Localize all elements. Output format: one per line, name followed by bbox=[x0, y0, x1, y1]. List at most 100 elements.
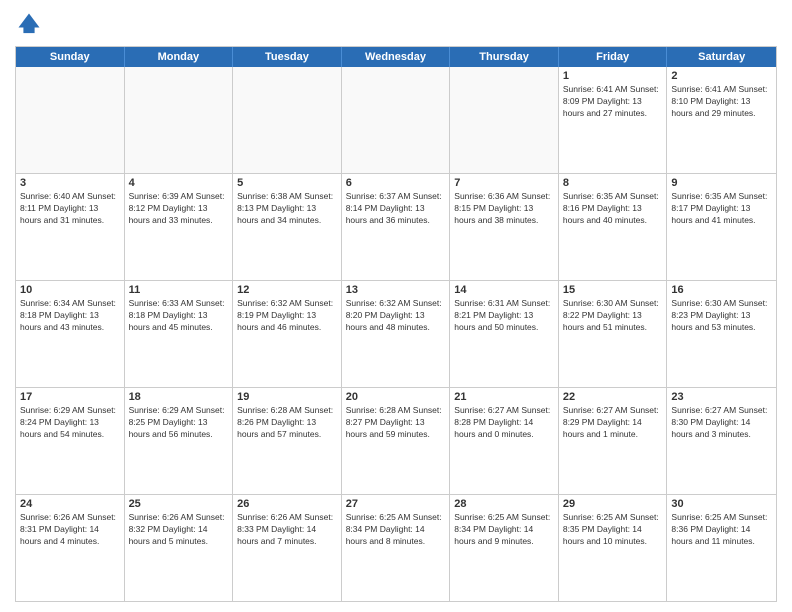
day-info: Sunrise: 6:30 AM Sunset: 8:23 PM Dayligh… bbox=[671, 298, 772, 334]
calendar-row: 10 Sunrise: 6:34 AM Sunset: 8:18 PM Dayli… bbox=[16, 280, 776, 387]
day-number: 25 bbox=[129, 498, 229, 510]
calendar-row: 3 Sunrise: 6:40 AM Sunset: 8:11 PM Daylig… bbox=[16, 173, 776, 280]
day-number: 5 bbox=[237, 177, 337, 189]
day-info: Sunrise: 6:26 AM Sunset: 8:32 PM Dayligh… bbox=[129, 512, 229, 548]
day-info: Sunrise: 6:30 AM Sunset: 8:22 PM Dayligh… bbox=[563, 298, 663, 334]
day-info: Sunrise: 6:27 AM Sunset: 8:29 PM Dayligh… bbox=[563, 405, 663, 441]
day-info: Sunrise: 6:36 AM Sunset: 8:15 PM Dayligh… bbox=[454, 191, 554, 227]
day-number: 6 bbox=[346, 177, 446, 189]
day-number: 26 bbox=[237, 498, 337, 510]
calendar-row: 1Sunrise: 6:41 AM Sunset: 8:09 PM Daylig… bbox=[16, 67, 776, 173]
day-info: Sunrise: 6:27 AM Sunset: 8:28 PM Dayligh… bbox=[454, 405, 554, 441]
day-number: 11 bbox=[129, 284, 229, 296]
calendar-cell: 2 Sunrise: 6:41 AM Sunset: 8:10 PM Daylig… bbox=[667, 67, 776, 173]
calendar-cell: 23 Sunrise: 6:27 AM Sunset: 8:30 PM Dayli… bbox=[667, 388, 776, 494]
logo bbox=[15, 10, 47, 38]
calendar-cell: 16Sunrise: 6:30 AM Sunset: 8:23 PM Dayli… bbox=[667, 281, 776, 387]
day-number: 24 bbox=[20, 498, 120, 510]
calendar-header-cell: Friday bbox=[559, 47, 668, 67]
day-info: Sunrise: 6:35 AM Sunset: 8:16 PM Dayligh… bbox=[563, 191, 663, 227]
day-info: Sunrise: 6:26 AM Sunset: 8:33 PM Dayligh… bbox=[237, 512, 337, 548]
calendar-header-cell: Saturday bbox=[667, 47, 776, 67]
day-info: Sunrise: 6:29 AM Sunset: 8:24 PM Dayligh… bbox=[20, 405, 120, 441]
calendar-header-cell: Wednesday bbox=[342, 47, 451, 67]
calendar-cell: 27 Sunrise: 6:25 AM Sunset: 8:34 PM Dayli… bbox=[342, 495, 451, 601]
day-number: 14 bbox=[454, 284, 554, 296]
day-info: Sunrise: 6:27 AM Sunset: 8:30 PM Dayligh… bbox=[671, 405, 772, 441]
day-number: 23 bbox=[671, 391, 772, 403]
day-number: 15 bbox=[563, 284, 663, 296]
calendar-cell: 24 Sunrise: 6:26 AM Sunset: 8:31 PM Dayli… bbox=[16, 495, 125, 601]
day-number: 12 bbox=[237, 284, 337, 296]
calendar-cell: 18 Sunrise: 6:29 AM Sunset: 8:25 PM Dayli… bbox=[125, 388, 234, 494]
calendar-row: 24 Sunrise: 6:26 AM Sunset: 8:31 PM Dayli… bbox=[16, 494, 776, 601]
calendar-cell bbox=[342, 67, 451, 173]
day-number: 17 bbox=[20, 391, 120, 403]
day-info: Sunrise: 6:39 AM Sunset: 8:12 PM Dayligh… bbox=[129, 191, 229, 227]
calendar-cell: 17 Sunrise: 6:29 AM Sunset: 8:24 PM Dayli… bbox=[16, 388, 125, 494]
day-info: Sunrise: 6:26 AM Sunset: 8:31 PM Dayligh… bbox=[20, 512, 120, 548]
day-number: 4 bbox=[129, 177, 229, 189]
day-info: Sunrise: 6:28 AM Sunset: 8:26 PM Dayligh… bbox=[237, 405, 337, 441]
day-info: Sunrise: 6:37 AM Sunset: 8:14 PM Dayligh… bbox=[346, 191, 446, 227]
calendar-cell: 8 Sunrise: 6:35 AM Sunset: 8:16 PM Daylig… bbox=[559, 174, 668, 280]
day-number: 2 bbox=[671, 70, 772, 82]
day-info: Sunrise: 6:41 AM Sunset: 8:10 PM Dayligh… bbox=[671, 84, 772, 120]
day-info: Sunrise: 6:25 AM Sunset: 8:36 PM Dayligh… bbox=[671, 512, 772, 548]
day-info: Sunrise: 6:41 AM Sunset: 8:09 PM Dayligh… bbox=[563, 84, 663, 120]
calendar-cell bbox=[125, 67, 234, 173]
day-number: 28 bbox=[454, 498, 554, 510]
calendar-cell: 3 Sunrise: 6:40 AM Sunset: 8:11 PM Daylig… bbox=[16, 174, 125, 280]
calendar-header-cell: Thursday bbox=[450, 47, 559, 67]
day-info: Sunrise: 6:25 AM Sunset: 8:34 PM Dayligh… bbox=[454, 512, 554, 548]
day-number: 27 bbox=[346, 498, 446, 510]
day-number: 10 bbox=[20, 284, 120, 296]
calendar-row: 17 Sunrise: 6:29 AM Sunset: 8:24 PM Dayli… bbox=[16, 387, 776, 494]
day-info: Sunrise: 6:32 AM Sunset: 8:20 PM Dayligh… bbox=[346, 298, 446, 334]
calendar-cell: 30 Sunrise: 6:25 AM Sunset: 8:36 PM Dayli… bbox=[667, 495, 776, 601]
calendar: SundayMondayTuesdayWednesdayThursdayFrid… bbox=[15, 46, 777, 602]
calendar-cell bbox=[16, 67, 125, 173]
calendar-cell: 1Sunrise: 6:41 AM Sunset: 8:09 PM Daylig… bbox=[559, 67, 668, 173]
calendar-cell: 10 Sunrise: 6:34 AM Sunset: 8:18 PM Dayli… bbox=[16, 281, 125, 387]
calendar-cell: 5 Sunrise: 6:38 AM Sunset: 8:13 PM Daylig… bbox=[233, 174, 342, 280]
calendar-cell: 12 Sunrise: 6:32 AM Sunset: 8:19 PM Dayli… bbox=[233, 281, 342, 387]
calendar-cell: 21 Sunrise: 6:27 AM Sunset: 8:28 PM Dayli… bbox=[450, 388, 559, 494]
calendar-cell: 29 Sunrise: 6:25 AM Sunset: 8:35 PM Dayli… bbox=[559, 495, 668, 601]
day-number: 18 bbox=[129, 391, 229, 403]
day-number: 8 bbox=[563, 177, 663, 189]
calendar-cell: 25 Sunrise: 6:26 AM Sunset: 8:32 PM Dayli… bbox=[125, 495, 234, 601]
day-info: Sunrise: 6:25 AM Sunset: 8:34 PM Dayligh… bbox=[346, 512, 446, 548]
calendar-cell bbox=[450, 67, 559, 173]
calendar-cell: 7 Sunrise: 6:36 AM Sunset: 8:15 PM Daylig… bbox=[450, 174, 559, 280]
day-number: 21 bbox=[454, 391, 554, 403]
calendar-cell: 28 Sunrise: 6:25 AM Sunset: 8:34 PM Dayli… bbox=[450, 495, 559, 601]
day-info: Sunrise: 6:32 AM Sunset: 8:19 PM Dayligh… bbox=[237, 298, 337, 334]
calendar-header-cell: Tuesday bbox=[233, 47, 342, 67]
day-info: Sunrise: 6:35 AM Sunset: 8:17 PM Dayligh… bbox=[671, 191, 772, 227]
day-number: 22 bbox=[563, 391, 663, 403]
day-info: Sunrise: 6:25 AM Sunset: 8:35 PM Dayligh… bbox=[563, 512, 663, 548]
day-number: 3 bbox=[20, 177, 120, 189]
calendar-header-cell: Monday bbox=[125, 47, 234, 67]
calendar-cell: 6 Sunrise: 6:37 AM Sunset: 8:14 PM Daylig… bbox=[342, 174, 451, 280]
calendar-cell: 19Sunrise: 6:28 AM Sunset: 8:26 PM Dayli… bbox=[233, 388, 342, 494]
day-number: 7 bbox=[454, 177, 554, 189]
calendar-cell: 15 Sunrise: 6:30 AM Sunset: 8:22 PM Dayli… bbox=[559, 281, 668, 387]
calendar-cell: 14 Sunrise: 6:31 AM Sunset: 8:21 PM Dayli… bbox=[450, 281, 559, 387]
day-info: Sunrise: 6:40 AM Sunset: 8:11 PM Dayligh… bbox=[20, 191, 120, 227]
calendar-cell: 9Sunrise: 6:35 AM Sunset: 8:17 PM Daylig… bbox=[667, 174, 776, 280]
day-info: Sunrise: 6:31 AM Sunset: 8:21 PM Dayligh… bbox=[454, 298, 554, 334]
day-info: Sunrise: 6:38 AM Sunset: 8:13 PM Dayligh… bbox=[237, 191, 337, 227]
day-number: 29 bbox=[563, 498, 663, 510]
calendar-cell: 20Sunrise: 6:28 AM Sunset: 8:27 PM Dayli… bbox=[342, 388, 451, 494]
calendar-cell: 13Sunrise: 6:32 AM Sunset: 8:20 PM Dayli… bbox=[342, 281, 451, 387]
day-info: Sunrise: 6:28 AM Sunset: 8:27 PM Dayligh… bbox=[346, 405, 446, 441]
calendar-cell bbox=[233, 67, 342, 173]
day-info: Sunrise: 6:29 AM Sunset: 8:25 PM Dayligh… bbox=[129, 405, 229, 441]
calendar-cell: 26 Sunrise: 6:26 AM Sunset: 8:33 PM Dayli… bbox=[233, 495, 342, 601]
calendar-header-cell: Sunday bbox=[16, 47, 125, 67]
day-number: 30 bbox=[671, 498, 772, 510]
calendar-cell: 22 Sunrise: 6:27 AM Sunset: 8:29 PM Dayli… bbox=[559, 388, 668, 494]
day-info: Sunrise: 6:34 AM Sunset: 8:18 PM Dayligh… bbox=[20, 298, 120, 334]
